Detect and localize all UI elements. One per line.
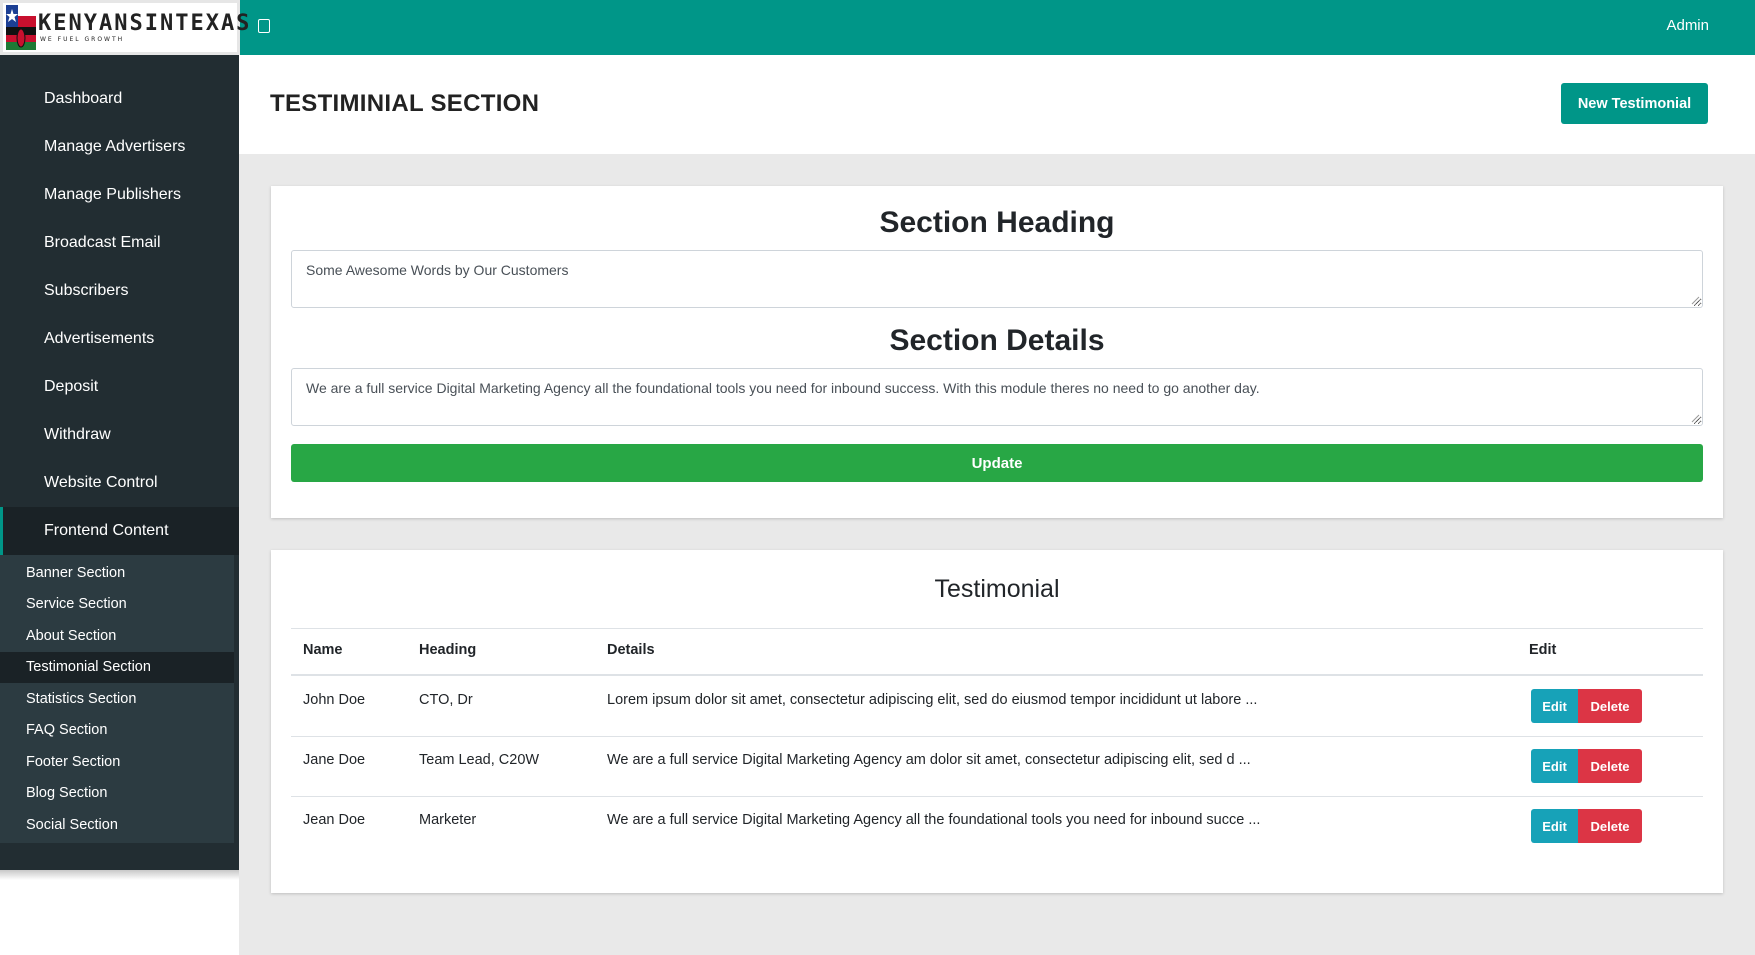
sidebar-item-manage-publishers[interactable]: Manage Publishers <box>0 171 239 219</box>
section-details-value: We are a full service Digital Marketing … <box>306 380 1260 396</box>
table-row: Jean Doe Marketer We are a full service … <box>291 796 1703 856</box>
section-details-textarea[interactable]: We are a full service Digital Marketing … <box>291 368 1703 426</box>
edit-button[interactable]: Edit <box>1531 749 1578 783</box>
row-heading: CTO, Dr <box>419 692 473 708</box>
row-name: Jane Doe <box>303 752 366 768</box>
flag-logo-icon <box>6 5 36 50</box>
section-heading-textarea[interactable]: Some Awesome Words by Our Customers <box>291 250 1703 308</box>
submenu-item-statistics-section[interactable]: Statistics Section <box>0 683 234 715</box>
page-title: TESTIMINIAL SECTION <box>270 90 540 117</box>
sidebar-item-frontend-content[interactable]: Frontend Content <box>0 507 239 555</box>
edit-button[interactable]: Edit <box>1531 689 1578 723</box>
menu-toggle-icon[interactable] <box>258 19 270 33</box>
top-navbar: KENYANSINTEXAS WE FUEL GROWTH Admin <box>0 0 1755 55</box>
brand-name: KENYANSINTEXAS <box>38 10 252 36</box>
sidebar-item-dashboard[interactable]: Dashboard <box>0 75 239 123</box>
brand-tagline: WE FUEL GROWTH <box>40 35 125 43</box>
content-header: TESTIMINIAL SECTION New Testimonial <box>239 55 1755 154</box>
delete-button[interactable]: Delete <box>1578 689 1642 723</box>
row-actions: Edit Delete <box>1531 689 1642 723</box>
submenu-item-social-section[interactable]: Social Section <box>0 809 234 841</box>
row-actions: Edit Delete <box>1531 809 1642 843</box>
submenu-item-testimonial-section[interactable]: Testimonial Section <box>0 651 234 683</box>
sidebar-item-subscribers[interactable]: Subscribers <box>0 267 239 315</box>
delete-button[interactable]: Delete <box>1578 809 1642 843</box>
resize-grip-icon[interactable] <box>1691 414 1700 423</box>
row-details: Lorem ipsum dolor sit amet, consectetur … <box>607 692 1258 708</box>
table-divider <box>291 628 1703 629</box>
column-header-name: Name <box>303 642 343 658</box>
resize-grip-icon[interactable] <box>1691 296 1700 305</box>
row-details: We are a full service Digital Marketing … <box>607 812 1261 828</box>
sidebar-item-manage-advertisers[interactable]: Manage Advertisers <box>0 123 239 171</box>
row-actions: Edit Delete <box>1531 749 1642 783</box>
table-row: Jane Doe Team Lead, C20W We are a full s… <box>291 736 1703 796</box>
sidebar-item-deposit[interactable]: Deposit <box>0 363 239 411</box>
row-name: John Doe <box>303 692 366 708</box>
submenu-item-about-section[interactable]: About Section <box>0 620 234 652</box>
table-title: Testimonial <box>934 575 1060 603</box>
sidebar: Dashboard Manage Advertisers Manage Publ… <box>0 55 239 870</box>
column-header-heading: Heading <box>419 642 477 658</box>
brand-logo[interactable]: KENYANSINTEXAS WE FUEL GROWTH <box>0 0 249 55</box>
sidebar-item-broadcast-email[interactable]: Broadcast Email <box>0 219 239 267</box>
row-heading: Team Lead, C20W <box>419 752 540 768</box>
update-button[interactable]: Update <box>291 444 1703 482</box>
section-heading-label: Section Heading <box>879 206 1115 239</box>
section-details-label: Section Details <box>889 324 1105 357</box>
row-details: We are a full service Digital Marketing … <box>607 752 1251 768</box>
column-header-edit: Edit <box>1529 642 1557 658</box>
column-header-details: Details <box>607 642 655 658</box>
submenu-item-service-section[interactable]: Service Section <box>0 589 234 621</box>
admin-user-menu[interactable]: Admin <box>1666 17 1709 34</box>
delete-button[interactable]: Delete <box>1578 749 1642 783</box>
sidebar-item-withdraw[interactable]: Withdraw <box>0 411 239 459</box>
submenu-item-blog-section[interactable]: Blog Section <box>0 778 234 810</box>
sidebar-item-website-control[interactable]: Website Control <box>0 459 239 507</box>
edit-button[interactable]: Edit <box>1531 809 1578 843</box>
submenu-item-banner-section[interactable]: Banner Section <box>0 557 234 589</box>
submenu-item-faq-section[interactable]: FAQ Section <box>0 715 234 747</box>
submenu-item-footer-section[interactable]: Footer Section <box>0 746 234 778</box>
row-heading: Marketer <box>419 812 477 828</box>
row-name: Jean Doe <box>303 812 366 828</box>
testimonial-table-card: Testimonial Name Heading Details Edit Jo… <box>271 550 1723 893</box>
new-testimonial-button[interactable]: New Testimonial <box>1561 83 1708 124</box>
frontend-content-submenu: Banner Section Service Section About Sec… <box>0 555 234 843</box>
sidebar-shadow <box>0 870 239 880</box>
table-row: John Doe CTO, Dr Lorem ipsum dolor sit a… <box>291 676 1703 736</box>
section-form-card: Section Heading Some Awesome Words by Ou… <box>271 186 1723 518</box>
sidebar-item-advertisements[interactable]: Advertisements <box>0 315 239 363</box>
section-heading-value: Some Awesome Words by Our Customers <box>306 262 569 278</box>
